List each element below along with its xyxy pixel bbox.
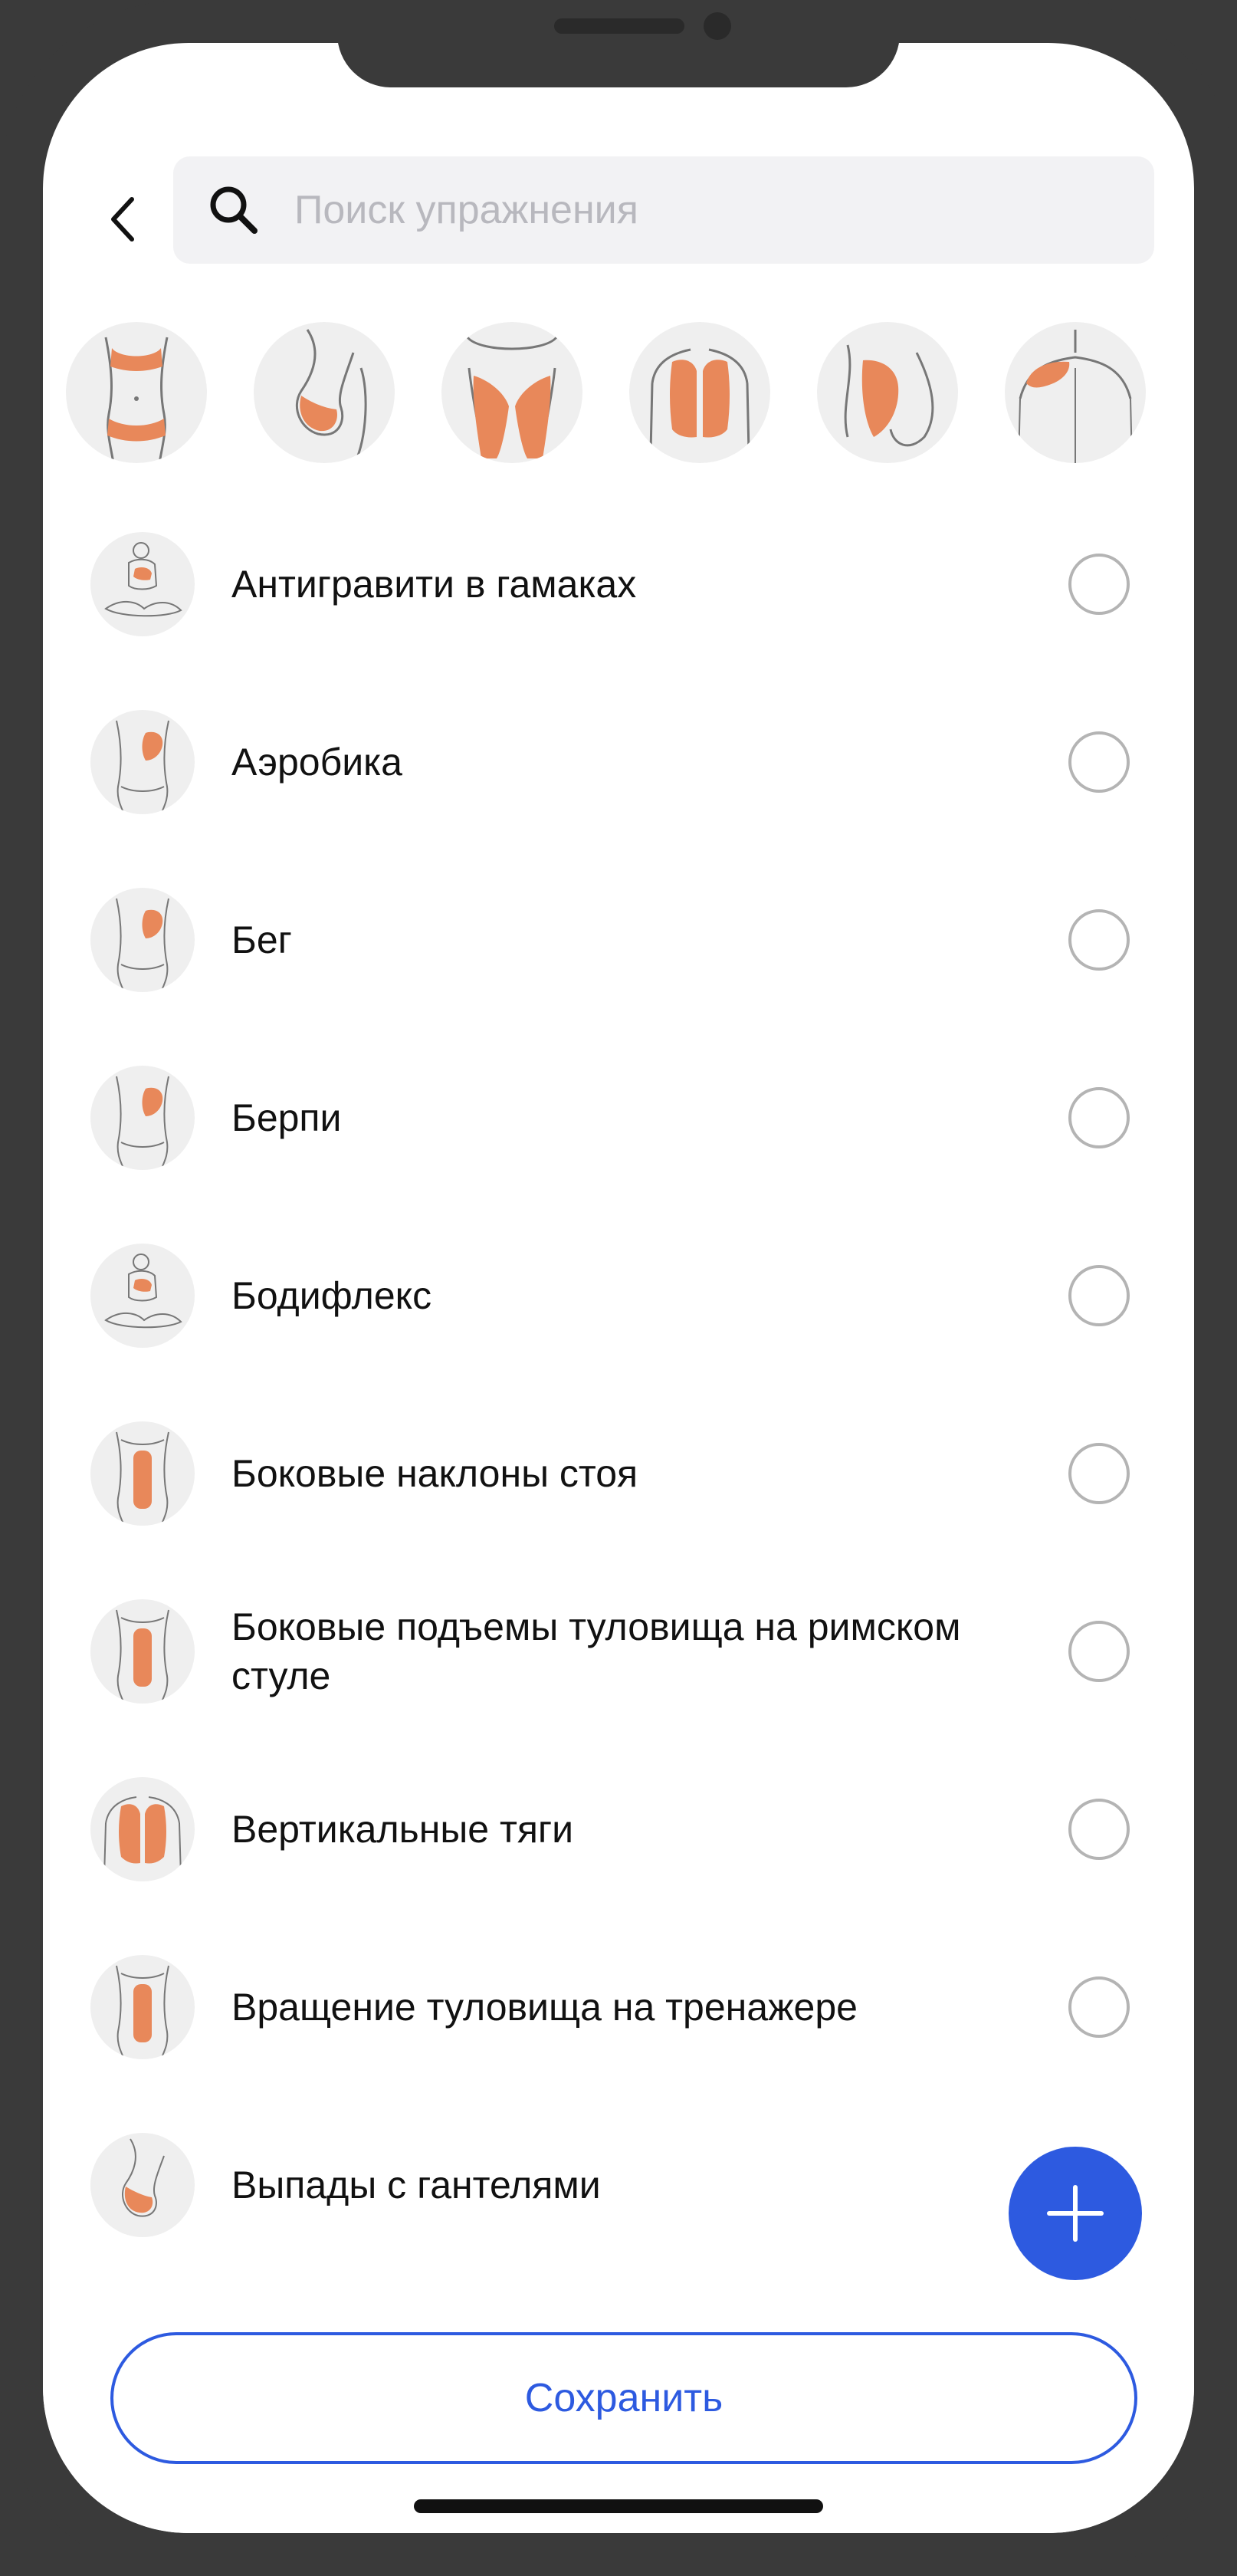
exercise-row[interactable]: Берпи: [43, 1029, 1194, 1207]
exercise-row[interactable]: Вращение туловища на тренажере: [43, 1918, 1194, 2096]
body-part-chest[interactable]: [817, 322, 958, 463]
torso-abs-icon: [116, 1965, 169, 2059]
chevron-left-icon: [111, 197, 134, 242]
search-input[interactable]: [293, 186, 1062, 234]
torso-chest-icon: [116, 1076, 169, 1170]
exercise-thumbnail: [90, 1777, 195, 1881]
exercise-thumbnail: [90, 1955, 195, 2059]
phone-notch: [337, 0, 900, 87]
exercise-row[interactable]: Боковые подъемы туловища на римском стул…: [43, 1562, 1194, 1740]
exercise-radio[interactable]: [1068, 909, 1130, 971]
body-front-waist-icon: [104, 337, 169, 463]
exercise-radio[interactable]: [1068, 1443, 1130, 1504]
home-indicator: [414, 2499, 823, 2513]
body-part-shoulders[interactable]: [1005, 322, 1146, 463]
phone-frame: Антигравити в гамаках Аэробика: [0, 0, 1237, 2576]
exercise-label: Боковые подъемы туловища на римском стул…: [231, 1605, 961, 1697]
exercise-row[interactable]: Антигравити в гамаках: [43, 495, 1194, 673]
chest-side-icon: [844, 344, 934, 447]
legs-thighs-icon: [466, 336, 558, 463]
speaker-grille: [554, 18, 684, 34]
exercise-thumbnail: [90, 1066, 195, 1170]
torso-abs-icon: [116, 1609, 169, 1704]
back-lats-icon: [649, 348, 750, 453]
exercise-label: Берпи: [231, 1096, 342, 1139]
exercise-label: Бег: [231, 918, 292, 961]
exercise-thumbnail: [90, 888, 195, 992]
shoulder-back-icon: [1018, 330, 1133, 463]
body-side-glutes-icon: [122, 2138, 165, 2217]
exercise-label: Вращение туловища на тренажере: [231, 1986, 858, 2029]
exercise-label: Выпады с гантелями: [231, 2164, 601, 2206]
body-part-thighs[interactable]: [441, 322, 582, 463]
exercise-label: Бодифлекс: [231, 1274, 432, 1317]
exercise-radio[interactable]: [1068, 554, 1130, 615]
exercise-row[interactable]: Боковые наклоны стоя: [43, 1385, 1194, 1562]
exercise-radio[interactable]: [1068, 1265, 1130, 1326]
exercise-thumbnail: [90, 1244, 195, 1348]
exercise-row[interactable]: Бег: [43, 851, 1194, 1029]
add-exercise-button[interactable]: [1009, 2147, 1142, 2280]
exercise-thumbnail: [90, 1421, 195, 1526]
yoga-pose-icon: [104, 542, 182, 617]
exercise-radio[interactable]: [1068, 731, 1130, 793]
exercise-thumbnail: [90, 710, 195, 814]
exercise-radio[interactable]: [1068, 1621, 1130, 1682]
exercise-label: Антигравити в гамаках: [231, 563, 637, 606]
exercise-radio[interactable]: [1068, 1799, 1130, 1860]
back-button[interactable]: [92, 181, 153, 258]
exercise-label: Вертикальные тяги: [231, 1808, 574, 1851]
body-side-glutes-icon: [296, 329, 367, 463]
search-icon: [207, 182, 262, 238]
exercise-row[interactable]: Вертикальные тяги: [43, 1740, 1194, 1918]
torso-chest-icon: [116, 720, 169, 814]
exercise-thumbnail: [90, 1599, 195, 1704]
body-part-filter: [66, 322, 1185, 465]
exercise-row[interactable]: Бодифлекс: [43, 1207, 1194, 1385]
body-part-back[interactable]: [629, 322, 770, 463]
app-screen: Антигравити в гамаках Аэробика: [43, 43, 1194, 2533]
front-camera: [704, 12, 731, 40]
yoga-pose-icon: [104, 1254, 182, 1329]
back-lats-icon: [103, 1796, 182, 1878]
body-part-glutes[interactable]: [254, 322, 395, 463]
exercise-thumbnail: [90, 2133, 195, 2237]
torso-abs-icon: [116, 1431, 169, 1526]
exercise-label: Боковые наклоны стоя: [231, 1452, 638, 1495]
exercise-row[interactable]: Аэробика: [43, 673, 1194, 851]
exercise-label: Аэробика: [231, 741, 402, 784]
exercise-thumbnail: [90, 532, 195, 636]
exercise-radio[interactable]: [1068, 1087, 1130, 1148]
torso-chest-icon: [116, 898, 169, 992]
plus-icon: [1047, 2185, 1104, 2242]
save-button[interactable]: Сохранить: [110, 2332, 1137, 2464]
body-part-front-waist[interactable]: [66, 322, 207, 463]
exercise-radio[interactable]: [1068, 1976, 1130, 2038]
search-bar[interactable]: [173, 156, 1154, 264]
